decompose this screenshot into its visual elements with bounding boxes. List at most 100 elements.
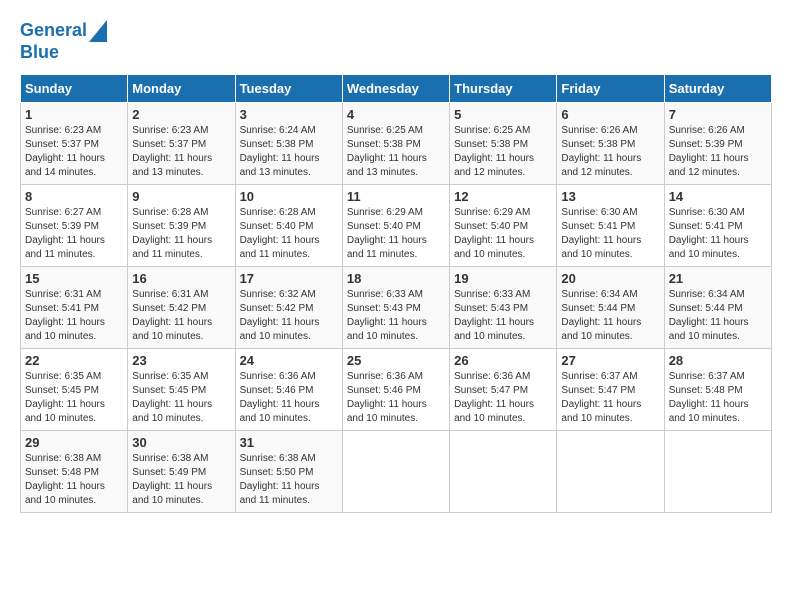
- col-wednesday: Wednesday: [342, 74, 449, 102]
- day-number: 11: [347, 189, 445, 204]
- day-info: Sunrise: 6:28 AM Sunset: 5:40 PM Dayligh…: [240, 206, 338, 262]
- calendar-cell: 11 Sunrise: 6:29 AM Sunset: 5:40 PM Dayl…: [342, 184, 449, 266]
- day-number: 7: [669, 107, 767, 122]
- day-number: 25: [347, 353, 445, 368]
- calendar-cell: 21 Sunrise: 6:34 AM Sunset: 5:44 PM Dayl…: [664, 266, 771, 348]
- col-friday: Friday: [557, 74, 664, 102]
- day-number: 20: [561, 271, 659, 286]
- day-info: Sunrise: 6:25 AM Sunset: 5:38 PM Dayligh…: [347, 124, 445, 180]
- day-info: Sunrise: 6:31 AM Sunset: 5:42 PM Dayligh…: [132, 288, 230, 344]
- day-info: Sunrise: 6:32 AM Sunset: 5:42 PM Dayligh…: [240, 288, 338, 344]
- calendar-week-3: 15 Sunrise: 6:31 AM Sunset: 5:41 PM Dayl…: [21, 266, 772, 348]
- calendar-cell: 10 Sunrise: 6:28 AM Sunset: 5:40 PM Dayl…: [235, 184, 342, 266]
- day-number: 10: [240, 189, 338, 204]
- calendar-cell: 16 Sunrise: 6:31 AM Sunset: 5:42 PM Dayl…: [128, 266, 235, 348]
- calendar-cell: 25 Sunrise: 6:36 AM Sunset: 5:46 PM Dayl…: [342, 348, 449, 430]
- col-thursday: Thursday: [450, 74, 557, 102]
- day-info: Sunrise: 6:31 AM Sunset: 5:41 PM Dayligh…: [25, 288, 123, 344]
- day-info: Sunrise: 6:29 AM Sunset: 5:40 PM Dayligh…: [454, 206, 552, 262]
- calendar-cell: 4 Sunrise: 6:25 AM Sunset: 5:38 PM Dayli…: [342, 102, 449, 184]
- calendar-cell: 5 Sunrise: 6:25 AM Sunset: 5:38 PM Dayli…: [450, 102, 557, 184]
- calendar-cell: 26 Sunrise: 6:36 AM Sunset: 5:47 PM Dayl…: [450, 348, 557, 430]
- calendar-cell: 30 Sunrise: 6:38 AM Sunset: 5:49 PM Dayl…: [128, 430, 235, 512]
- day-info: Sunrise: 6:33 AM Sunset: 5:43 PM Dayligh…: [454, 288, 552, 344]
- day-number: 19: [454, 271, 552, 286]
- day-number: 4: [347, 107, 445, 122]
- day-number: 18: [347, 271, 445, 286]
- day-info: Sunrise: 6:38 AM Sunset: 5:50 PM Dayligh…: [240, 452, 338, 508]
- calendar-cell: 2 Sunrise: 6:23 AM Sunset: 5:37 PM Dayli…: [128, 102, 235, 184]
- day-info: Sunrise: 6:33 AM Sunset: 5:43 PM Dayligh…: [347, 288, 445, 344]
- logo: General Blue: [20, 20, 107, 64]
- day-info: Sunrise: 6:24 AM Sunset: 5:38 PM Dayligh…: [240, 124, 338, 180]
- calendar-cell: 22 Sunrise: 6:35 AM Sunset: 5:45 PM Dayl…: [21, 348, 128, 430]
- day-number: 27: [561, 353, 659, 368]
- day-number: 26: [454, 353, 552, 368]
- day-info: Sunrise: 6:34 AM Sunset: 5:44 PM Dayligh…: [561, 288, 659, 344]
- col-tuesday: Tuesday: [235, 74, 342, 102]
- calendar-table: Sunday Monday Tuesday Wednesday Thursday…: [20, 74, 772, 513]
- calendar-cell: 28 Sunrise: 6:37 AM Sunset: 5:48 PM Dayl…: [664, 348, 771, 430]
- day-info: Sunrise: 6:28 AM Sunset: 5:39 PM Dayligh…: [132, 206, 230, 262]
- calendar-week-1: 1 Sunrise: 6:23 AM Sunset: 5:37 PM Dayli…: [21, 102, 772, 184]
- calendar-cell: 20 Sunrise: 6:34 AM Sunset: 5:44 PM Dayl…: [557, 266, 664, 348]
- calendar-cell: 24 Sunrise: 6:36 AM Sunset: 5:46 PM Dayl…: [235, 348, 342, 430]
- calendar-cell: 13 Sunrise: 6:30 AM Sunset: 5:41 PM Dayl…: [557, 184, 664, 266]
- calendar-cell: 6 Sunrise: 6:26 AM Sunset: 5:38 PM Dayli…: [557, 102, 664, 184]
- calendar-cell: 18 Sunrise: 6:33 AM Sunset: 5:43 PM Dayl…: [342, 266, 449, 348]
- day-info: Sunrise: 6:35 AM Sunset: 5:45 PM Dayligh…: [132, 370, 230, 426]
- calendar-cell: 27 Sunrise: 6:37 AM Sunset: 5:47 PM Dayl…: [557, 348, 664, 430]
- day-number: 17: [240, 271, 338, 286]
- calendar-cell: [664, 430, 771, 512]
- day-number: 9: [132, 189, 230, 204]
- calendar-body: 1 Sunrise: 6:23 AM Sunset: 5:37 PM Dayli…: [21, 102, 772, 512]
- calendar-cell: 29 Sunrise: 6:38 AM Sunset: 5:48 PM Dayl…: [21, 430, 128, 512]
- day-info: Sunrise: 6:38 AM Sunset: 5:48 PM Dayligh…: [25, 452, 123, 508]
- col-sunday: Sunday: [21, 74, 128, 102]
- calendar-cell: 3 Sunrise: 6:24 AM Sunset: 5:38 PM Dayli…: [235, 102, 342, 184]
- day-number: 23: [132, 353, 230, 368]
- calendar-week-5: 29 Sunrise: 6:38 AM Sunset: 5:48 PM Dayl…: [21, 430, 772, 512]
- day-info: Sunrise: 6:36 AM Sunset: 5:46 PM Dayligh…: [347, 370, 445, 426]
- day-number: 15: [25, 271, 123, 286]
- day-number: 30: [132, 435, 230, 450]
- calendar-cell: 8 Sunrise: 6:27 AM Sunset: 5:39 PM Dayli…: [21, 184, 128, 266]
- day-number: 8: [25, 189, 123, 204]
- calendar-cell: 23 Sunrise: 6:35 AM Sunset: 5:45 PM Dayl…: [128, 348, 235, 430]
- day-number: 22: [25, 353, 123, 368]
- calendar-cell: [342, 430, 449, 512]
- day-number: 2: [132, 107, 230, 122]
- day-number: 16: [132, 271, 230, 286]
- day-number: 28: [669, 353, 767, 368]
- logo-text-blue: Blue: [20, 42, 59, 64]
- header-row: Sunday Monday Tuesday Wednesday Thursday…: [21, 74, 772, 102]
- calendar-cell: 14 Sunrise: 6:30 AM Sunset: 5:41 PM Dayl…: [664, 184, 771, 266]
- calendar-cell: 31 Sunrise: 6:38 AM Sunset: 5:50 PM Dayl…: [235, 430, 342, 512]
- day-info: Sunrise: 6:23 AM Sunset: 5:37 PM Dayligh…: [25, 124, 123, 180]
- calendar-header: Sunday Monday Tuesday Wednesday Thursday…: [21, 74, 772, 102]
- day-number: 1: [25, 107, 123, 122]
- col-monday: Monday: [128, 74, 235, 102]
- calendar-cell: 1 Sunrise: 6:23 AM Sunset: 5:37 PM Dayli…: [21, 102, 128, 184]
- day-number: 3: [240, 107, 338, 122]
- day-number: 24: [240, 353, 338, 368]
- day-info: Sunrise: 6:35 AM Sunset: 5:45 PM Dayligh…: [25, 370, 123, 426]
- calendar-cell: 19 Sunrise: 6:33 AM Sunset: 5:43 PM Dayl…: [450, 266, 557, 348]
- calendar-cell: 7 Sunrise: 6:26 AM Sunset: 5:39 PM Dayli…: [664, 102, 771, 184]
- day-number: 29: [25, 435, 123, 450]
- day-info: Sunrise: 6:30 AM Sunset: 5:41 PM Dayligh…: [561, 206, 659, 262]
- day-number: 13: [561, 189, 659, 204]
- calendar-cell: [450, 430, 557, 512]
- day-info: Sunrise: 6:38 AM Sunset: 5:49 PM Dayligh…: [132, 452, 230, 508]
- day-number: 6: [561, 107, 659, 122]
- calendar-cell: [557, 430, 664, 512]
- day-info: Sunrise: 6:26 AM Sunset: 5:39 PM Dayligh…: [669, 124, 767, 180]
- day-number: 12: [454, 189, 552, 204]
- day-info: Sunrise: 6:36 AM Sunset: 5:47 PM Dayligh…: [454, 370, 552, 426]
- calendar-cell: 17 Sunrise: 6:32 AM Sunset: 5:42 PM Dayl…: [235, 266, 342, 348]
- day-info: Sunrise: 6:23 AM Sunset: 5:37 PM Dayligh…: [132, 124, 230, 180]
- day-info: Sunrise: 6:29 AM Sunset: 5:40 PM Dayligh…: [347, 206, 445, 262]
- col-saturday: Saturday: [664, 74, 771, 102]
- day-number: 14: [669, 189, 767, 204]
- day-number: 31: [240, 435, 338, 450]
